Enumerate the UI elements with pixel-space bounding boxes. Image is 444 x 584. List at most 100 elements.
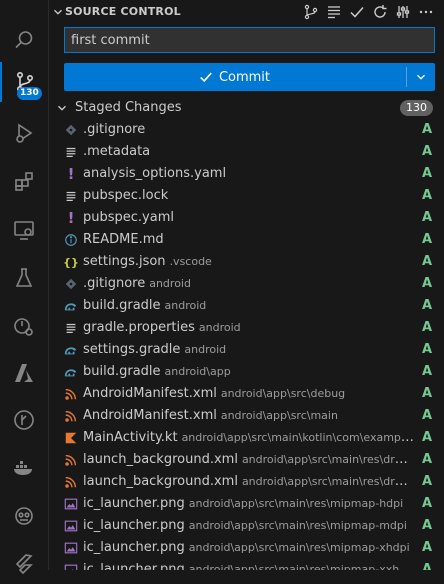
lines-file-icon (64, 320, 78, 336)
file-row[interactable]: MainActivity.kt android\app\src\main\kotl… (49, 427, 444, 449)
file-row[interactable]: AndroidManifest.xml android\app\src\main A (49, 405, 444, 427)
staged-count-badge: 130 (400, 100, 433, 116)
chevron-down-icon[interactable] (55, 101, 69, 115)
file-status: A (421, 188, 432, 203)
file-name: AndroidManifest.xml (83, 408, 217, 423)
info-icon (64, 232, 78, 248)
file-status: A (421, 232, 432, 247)
file-text: build.gradle android (83, 298, 414, 313)
file-row[interactable]: .gitignore A (49, 119, 444, 141)
file-text: pubspec.yaml (83, 210, 414, 225)
file-status: A (421, 342, 432, 357)
file-row[interactable]: .metadata A (49, 141, 444, 163)
file-text: .metadata (83, 144, 414, 159)
file-row[interactable]: {} settings.json .vscode A (49, 251, 444, 273)
remote-explorer-icon[interactable] (0, 210, 48, 250)
file-name: build.gradle (83, 298, 161, 313)
file-row[interactable]: build.gradle android\app A (49, 361, 444, 383)
commit-check-icon[interactable] (347, 2, 367, 22)
file-status: A (421, 408, 432, 423)
file-name: gradle.properties (83, 320, 195, 335)
image-icon (64, 562, 78, 570)
chevron-down-icon[interactable] (51, 5, 65, 19)
json-icon: {} (63, 255, 79, 269)
commit-message-input[interactable] (64, 27, 435, 53)
file-name: pubspec.lock (83, 188, 169, 203)
file-name: ic_launcher.png (83, 518, 185, 533)
lines-file-icon (64, 188, 78, 204)
view-graph-icon[interactable] (301, 2, 321, 22)
file-row[interactable]: ic_launcher.png android\app\src\main\res\… (49, 515, 444, 537)
gradle-icon (64, 298, 78, 314)
source-control-panel: SOURCE CONTROL Commit (49, 0, 444, 570)
file-row[interactable]: build.gradle android A (49, 295, 444, 317)
file-path: android\app\src\main\res\mipmap-xxhdpi (188, 563, 414, 570)
file-path: android\app\src\main\res\drawable (241, 453, 414, 466)
file-row[interactable]: launch_background.xml android\app\src\mai… (49, 471, 444, 493)
commit-button[interactable]: Commit (64, 63, 435, 91)
file-name: settings.json (83, 254, 166, 269)
file-name: MainActivity.kt (83, 430, 178, 445)
file-name: analysis_options.yaml (83, 166, 227, 181)
file-row[interactable]: AndroidManifest.xml android\app\src\debug… (49, 383, 444, 405)
kotlin-icon (64, 430, 78, 446)
rss-xml-icon (64, 474, 78, 490)
file-path: android (149, 277, 191, 290)
gitignore-icon (64, 276, 78, 292)
commit-dropdown-button[interactable] (407, 63, 435, 91)
file-row[interactable]: ic_launcher.png android\app\src\main\res\… (49, 559, 444, 570)
file-row[interactable]: ! analysis_options.yaml A (49, 163, 444, 185)
file-status: A (421, 474, 432, 489)
file-status: A (421, 518, 432, 533)
source-control-badge: 130 (17, 87, 42, 100)
file-text: launch_background.xml android\app\src\mai… (83, 474, 414, 489)
flutter-icon[interactable] (0, 544, 48, 584)
file-name: launch_background.xml (83, 474, 238, 489)
file-row[interactable]: ic_launcher.png android\app\src\main\res\… (49, 493, 444, 515)
lines-file-icon (64, 144, 78, 160)
file-row[interactable]: gradle.properties android A (49, 317, 444, 339)
file-text: ic_launcher.png android\app\src\main\res\… (83, 496, 414, 511)
source-control-icon[interactable]: 130 (0, 62, 48, 102)
git-graph-icon[interactable] (0, 400, 48, 440)
file-text: README.md (83, 232, 414, 247)
file-name: ic_launcher.png (83, 540, 185, 555)
more-actions-icon[interactable] (416, 2, 436, 22)
run-debug-icon[interactable] (0, 113, 48, 153)
search-icon[interactable] (0, 20, 48, 60)
gradle-icon (64, 364, 78, 380)
copilot-icon[interactable] (0, 496, 48, 536)
file-status: A (421, 122, 432, 137)
image-icon (64, 540, 78, 556)
file-status: A (421, 254, 432, 269)
extensions-icon[interactable] (0, 162, 48, 202)
file-row[interactable]: pubspec.lock A (49, 185, 444, 207)
staged-changes-header[interactable]: Staged Changes 130 (49, 97, 444, 119)
panel-title: SOURCE CONTROL (65, 5, 181, 18)
file-path: android (198, 321, 241, 334)
file-row[interactable]: ! pubspec.yaml A (49, 207, 444, 229)
file-row[interactable]: .gitignore android A (49, 273, 444, 295)
file-text: settings.json .vscode (83, 254, 414, 269)
filter-settings-icon[interactable] (393, 2, 413, 22)
file-row[interactable]: settings.gradle android A (49, 339, 444, 361)
view-as-list-icon[interactable] (324, 2, 344, 22)
gitignore-icon (64, 122, 78, 138)
testing-flask-icon[interactable] (0, 258, 48, 298)
file-status: A (421, 144, 432, 159)
file-name: .gitignore (83, 122, 146, 137)
file-text: build.gradle android\app (83, 364, 414, 379)
azure-icon[interactable] (0, 353, 48, 393)
file-path: android\app\src\main\res\mipmap-xhdpi (188, 541, 410, 554)
file-row[interactable]: launch_background.xml android\app\src\mai… (49, 449, 444, 471)
git-history-icon[interactable] (0, 306, 48, 346)
file-row[interactable]: ic_launcher.png android\app\src\main\res\… (49, 537, 444, 559)
image-icon (64, 496, 78, 512)
docker-icon[interactable] (0, 447, 48, 487)
commit-main-action[interactable]: Commit (64, 63, 405, 91)
file-status: A (421, 452, 432, 467)
activity-bar: 130 (0, 0, 49, 575)
refresh-icon[interactable] (370, 2, 390, 22)
file-row[interactable]: README.md A (49, 229, 444, 251)
file-path: android\app\src\main (220, 409, 338, 422)
